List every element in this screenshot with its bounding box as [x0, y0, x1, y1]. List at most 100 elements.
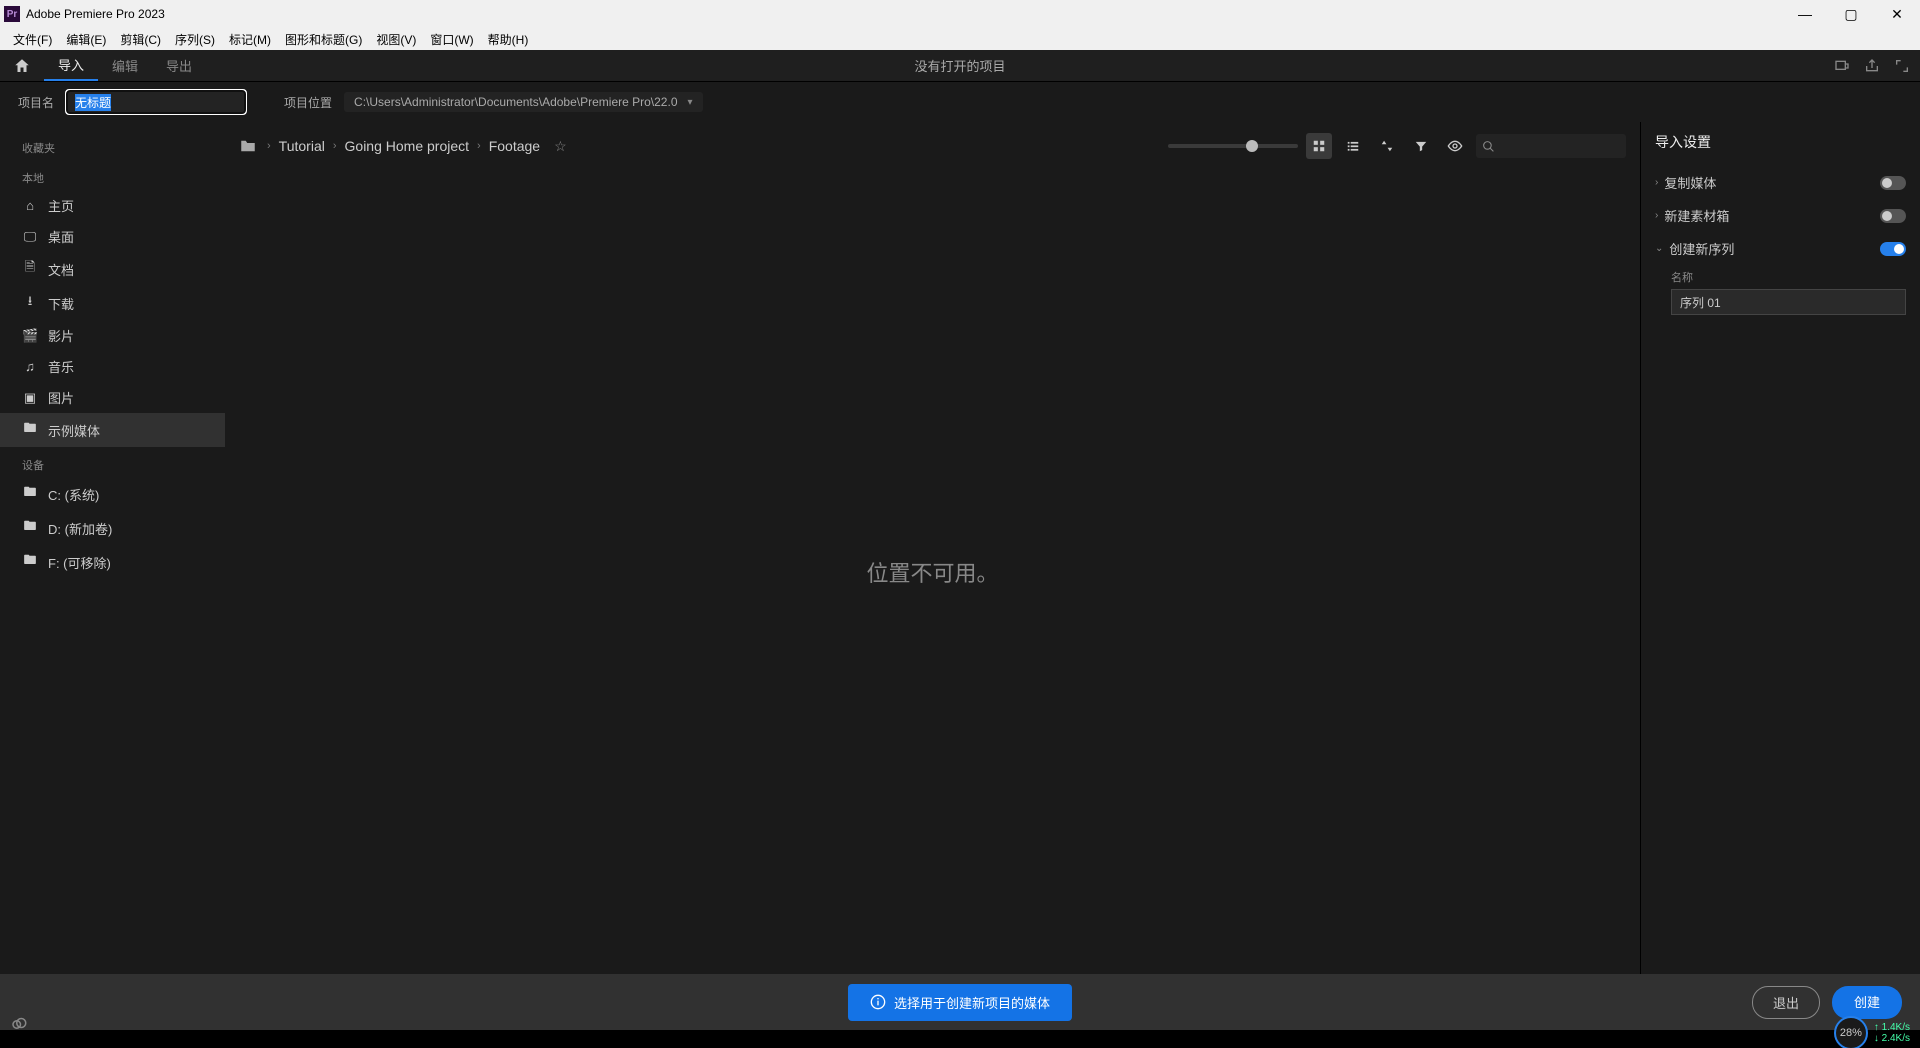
- share-icon[interactable]: [1864, 58, 1880, 74]
- status-strip: 28% ↑ 1.4K/s ↓ 2.4K/s: [0, 1030, 1920, 1048]
- app-title: Adobe Premiere Pro 2023: [26, 7, 165, 21]
- image-icon: ▣: [22, 390, 38, 406]
- menu-window[interactable]: 窗口(W): [423, 29, 480, 50]
- breadcrumb-item[interactable]: Footage: [489, 138, 540, 154]
- network-upload: ↑ 1.4K/s: [1874, 1022, 1910, 1033]
- breadcrumb-item[interactable]: Tutorial: [279, 138, 325, 154]
- chevron-right-icon: ›: [333, 140, 337, 152]
- search-input[interactable]: [1476, 134, 1626, 158]
- project-location-dropdown[interactable]: C:\Users\Administrator\Documents\Adobe\P…: [344, 92, 703, 112]
- sidebar-item-home[interactable]: ⌂ 主页: [0, 190, 225, 221]
- sidebar-item-drive-d[interactable]: 🖿 D: (新加卷): [0, 511, 225, 545]
- project-path-text: C:\Users\Administrator\Documents\Adobe\P…: [354, 95, 677, 109]
- favorite-star-icon[interactable]: ☆: [554, 138, 567, 155]
- setting-label: 复制媒体: [1664, 173, 1716, 192]
- download-icon: ⭳: [22, 292, 38, 314]
- chevron-down-icon: ⌄: [1655, 243, 1663, 254]
- window-close[interactable]: ✕: [1874, 0, 1920, 28]
- setting-label: 新建素材箱: [1664, 206, 1729, 225]
- folder-icon: 🖿: [22, 551, 38, 573]
- sidebar-item-drive-f[interactable]: 🖿F: (可移除): [0, 545, 225, 579]
- browser-empty-message: 位置不可用。: [225, 170, 1640, 974]
- sidebar-item-documents[interactable]: 🗎 文档: [0, 252, 225, 286]
- setting-label: 创建新序列: [1669, 239, 1734, 258]
- menu-file[interactable]: 文件(F): [6, 29, 59, 50]
- folder-icon: 🖿: [22, 419, 38, 441]
- create-button[interactable]: 创建: [1832, 986, 1902, 1019]
- setting-new-bin[interactable]: › 新建素材箱: [1655, 199, 1906, 232]
- sidebar-item-label: 文档: [48, 260, 74, 279]
- search-icon: [1482, 140, 1495, 153]
- breadcrumb-item[interactable]: Going Home project: [345, 138, 470, 154]
- select-media-banner[interactable]: 选择用于创建新项目的媒体: [848, 984, 1072, 1021]
- music-icon: ♫: [22, 359, 38, 374]
- project-name-label: 项目名: [18, 94, 54, 111]
- menu-clip[interactable]: 剪辑(C): [113, 29, 168, 50]
- filter-button[interactable]: [1408, 133, 1434, 159]
- sort-button[interactable]: [1374, 133, 1400, 159]
- app-icon: Pr: [4, 6, 20, 22]
- sidebar-item-label: 音乐: [48, 357, 74, 376]
- toggle-copy-media[interactable]: [1880, 176, 1906, 190]
- network-percent: 28%: [1834, 1016, 1868, 1048]
- sidebar-item-drive-c[interactable]: 🖿C: (系统): [0, 477, 225, 511]
- project-name-input[interactable]: [66, 90, 246, 114]
- sequence-name-input[interactable]: [1671, 289, 1906, 315]
- sidebar-item-label: 桌面: [48, 227, 74, 246]
- desktop-icon: 🖵: [22, 229, 38, 245]
- sidebar-section-devices: 设备: [0, 453, 225, 477]
- sidebar-item-pictures[interactable]: ▣ 图片: [0, 382, 225, 413]
- video-icon: 🎬: [22, 328, 38, 344]
- tab-import[interactable]: 导入: [44, 50, 98, 81]
- chevron-right-icon: ›: [477, 140, 481, 152]
- project-info-row: 项目名 项目位置 C:\Users\Administrator\Document…: [0, 82, 1920, 122]
- chevron-right-icon: ›: [1655, 210, 1658, 221]
- thumbnail-zoom-slider[interactable]: [1168, 144, 1298, 148]
- grid-view-button[interactable]: [1306, 133, 1332, 159]
- folder-icon[interactable]: [239, 137, 257, 155]
- setting-copy-media[interactable]: ›复制媒体: [1655, 166, 1906, 199]
- sidebar-item-music[interactable]: ♫ 音乐: [0, 351, 225, 382]
- slider-knob[interactable]: [1246, 140, 1258, 152]
- sidebar-item-label: D: (新加卷): [48, 519, 112, 538]
- folder-icon: 🖿: [22, 517, 38, 539]
- toggle-new-bin[interactable]: [1880, 209, 1906, 223]
- menu-marker[interactable]: 标记(M): [222, 29, 278, 50]
- browser-toolbar: › Tutorial › Going Home project › Footag…: [225, 122, 1640, 170]
- chevron-down-icon: ▾: [688, 97, 693, 108]
- menu-help[interactable]: 帮助(H): [481, 29, 536, 50]
- media-sidebar: 收藏夹 本地 ⌂主页 🖵桌面 🗎文档 ⭳下载 🎬影片 ♫音乐 ▣图片 🖿示例媒体…: [0, 122, 225, 974]
- sidebar-item-downloads[interactable]: ⭳下载: [0, 286, 225, 320]
- window-minimize[interactable]: —: [1782, 0, 1828, 28]
- project-location-label: 项目位置: [284, 94, 332, 111]
- tab-edit[interactable]: 编辑: [98, 50, 152, 81]
- creative-cloud-icon[interactable]: [10, 1014, 28, 1032]
- list-view-button[interactable]: [1340, 133, 1366, 159]
- menu-bar: 文件(F) 编辑(E) 剪辑(C) 序列(S) 标记(M) 图形和标题(G) 视…: [0, 28, 1920, 50]
- quick-export-icon[interactable]: [1834, 58, 1850, 74]
- panel-title: 导入设置: [1655, 132, 1906, 152]
- sidebar-item-label: 主页: [48, 196, 74, 215]
- sidebar-item-label: 影片: [48, 326, 74, 345]
- sidebar-section-favorites: 收藏夹: [0, 136, 225, 160]
- sidebar-item-videos[interactable]: 🎬 影片: [0, 320, 225, 351]
- sidebar-item-desktop[interactable]: 🖵 桌面: [0, 221, 225, 252]
- sidebar-item-sample-media[interactable]: 🖿示例媒体: [0, 413, 225, 447]
- chevron-right-icon: ›: [267, 140, 271, 152]
- tab-export[interactable]: 导出: [152, 50, 206, 81]
- window-maximize[interactable]: ▢: [1828, 0, 1874, 28]
- menu-view[interactable]: 视图(V): [369, 29, 423, 50]
- document-icon: 🗎: [22, 258, 38, 280]
- menu-graphics[interactable]: 图形和标题(G): [278, 29, 369, 50]
- toggle-create-sequence[interactable]: [1880, 242, 1906, 256]
- menu-edit[interactable]: 编辑(E): [59, 29, 113, 50]
- home-icon[interactable]: [0, 57, 44, 75]
- preview-toggle-button[interactable]: [1442, 133, 1468, 159]
- info-icon: [870, 994, 886, 1010]
- exit-button[interactable]: 退出: [1752, 986, 1820, 1019]
- setting-create-sequence[interactable]: ⌄ 创建新序列: [1655, 232, 1906, 265]
- fullscreen-icon[interactable]: [1894, 58, 1910, 74]
- menu-sequence[interactable]: 序列(S): [168, 29, 222, 50]
- sidebar-item-label: 图片: [48, 388, 74, 407]
- home-icon: ⌂: [22, 198, 38, 213]
